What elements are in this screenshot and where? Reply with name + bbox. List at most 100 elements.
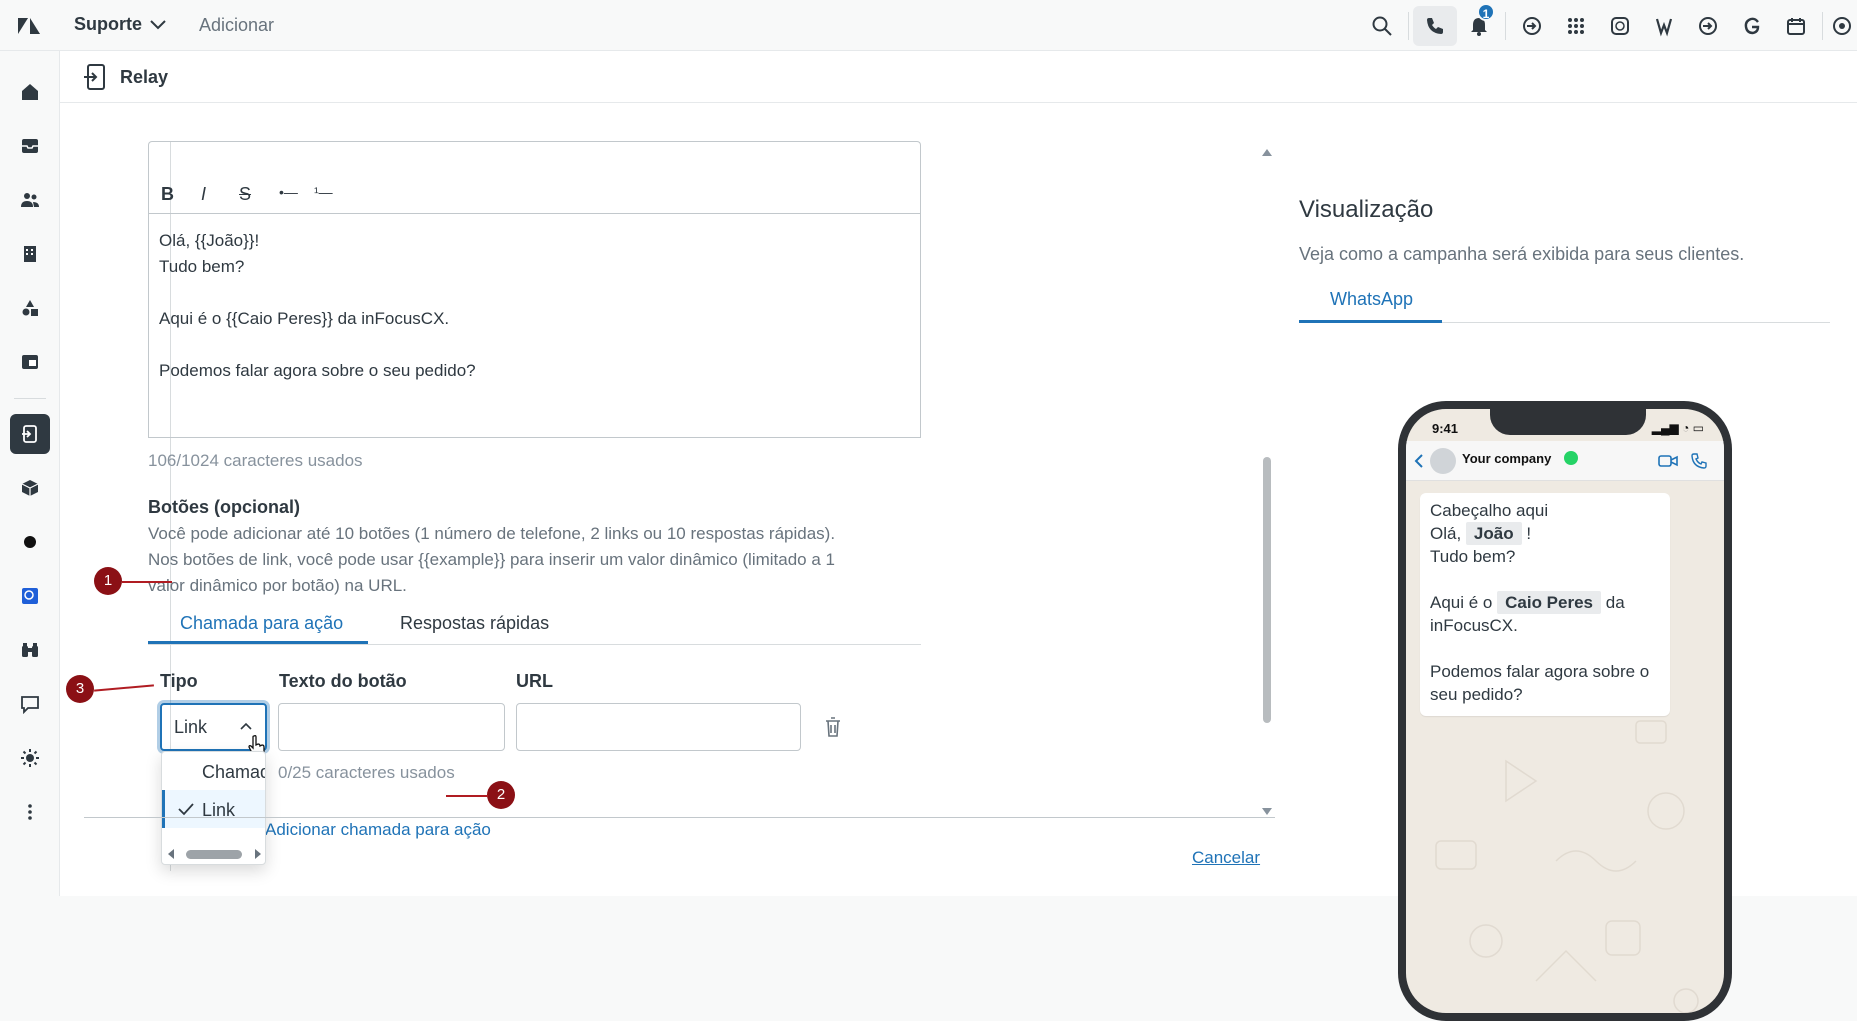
button-text-input[interactable] [278, 703, 505, 751]
sun-icon[interactable] [10, 738, 50, 778]
variable-chip: Caio Peres [1497, 591, 1602, 614]
app-icon[interactable] [10, 576, 50, 616]
add-call-to-action-link[interactable]: Adicionar chamada para ação [265, 820, 491, 840]
preview-tabs: WhatsApp [1299, 281, 1830, 323]
bold-button[interactable]: B [161, 184, 174, 205]
search-icon[interactable] [1360, 0, 1404, 51]
verified-icon [1564, 451, 1578, 465]
phone-mockup: 9:41 ▂▄▆ ◔ ▭ Your company Cabeçalho aqui… [1398, 401, 1732, 1021]
cube-icon[interactable] [10, 468, 50, 508]
italic-button[interactable]: I [201, 184, 206, 205]
buttons-section-title: Botões (opcional) [148, 497, 300, 517]
product-switcher[interactable]: Suporte [74, 14, 166, 35]
message-text: ! [1526, 524, 1532, 543]
building-icon[interactable] [10, 234, 50, 274]
content-scrollbar[interactable] [1260, 147, 1274, 817]
divider [14, 398, 46, 399]
message-text: Aqui é o [1430, 593, 1493, 612]
binoculars-icon[interactable] [10, 630, 50, 670]
tab-whatsapp[interactable]: WhatsApp [1330, 289, 1413, 310]
annotation-marker: 3 [66, 675, 94, 703]
phone-status-icons: ▂▄▆ ◔ ▭ [1651, 421, 1704, 435]
whatsapp-header: Your company [1406, 441, 1724, 481]
strikethrough-button[interactable]: S [239, 184, 251, 205]
cancel-button[interactable]: Cancelar [1192, 848, 1260, 868]
zendesk-logo[interactable] [16, 13, 42, 39]
message-line: Aqui é o Caio Peres da inFocusCX. [1430, 591, 1664, 637]
page-title: Relay [120, 67, 169, 87]
relay-icon [84, 64, 105, 90]
type-dropdown-menu: Chamada Link [161, 751, 266, 865]
button-type-tabs: Chamada para ação Respostas rápidas [148, 603, 921, 645]
users-icon[interactable] [10, 180, 50, 220]
g-icon[interactable] [1730, 0, 1774, 51]
reports-icon[interactable] [10, 342, 50, 382]
chat-icon[interactable] [10, 684, 50, 724]
chevron-up-icon [240, 722, 252, 730]
url-input[interactable] [516, 703, 801, 751]
inbox-icon[interactable] [10, 126, 50, 166]
grid-icon[interactable] [1554, 0, 1598, 51]
phone-call-icon [1691, 453, 1707, 469]
divider [1408, 11, 1409, 40]
tab-quick-replies[interactable]: Respostas rápidas [400, 613, 549, 634]
transfer-icon[interactable] [1686, 0, 1730, 51]
tab-call-to-action[interactable]: Chamada para ação [180, 613, 343, 634]
message-bubble: Cabeçalho aqui Olá, João ! Tudo bem? Aqu… [1420, 493, 1670, 716]
annotation-arrow [122, 581, 172, 583]
scroll-up-icon[interactable] [1261, 147, 1273, 157]
top-bar: Suporte Adicionar 1 [0, 0, 1857, 51]
message-line: Olá, João ! [1430, 522, 1664, 545]
message-character-counter: 106/1024 caracteres usados [148, 451, 363, 470]
dropdown-option-call[interactable]: Chamada [162, 752, 265, 790]
home-icon[interactable] [10, 72, 50, 112]
message-textarea[interactable]: Olá, {{João}}! Tudo bem? Aqui é o {{Caio… [148, 213, 921, 438]
product-name: Suporte [74, 14, 143, 34]
divider [1505, 11, 1506, 40]
shapes-icon[interactable] [10, 288, 50, 328]
scroll-thumb[interactable] [186, 850, 242, 859]
phone-time: 9:41 [1432, 421, 1459, 436]
dropdown-option-link[interactable]: Link [162, 790, 265, 828]
preview-panel: Visualização Veja como a campanha será e… [1299, 141, 1857, 1021]
numbered-list-button[interactable]: ¹— [314, 184, 333, 200]
rich-text-toolbar: B I S •— ¹— [148, 141, 921, 213]
bell-icon[interactable]: 1 [1457, 0, 1501, 51]
apps-icon[interactable] [1827, 0, 1857, 51]
scroll-right-icon[interactable] [254, 849, 262, 859]
button-text-counter: 0/25 caracteres usados [278, 763, 455, 782]
phone-icon[interactable] [1413, 5, 1457, 46]
dot-icon[interactable] [10, 522, 50, 562]
annotation-arrow [446, 795, 488, 797]
scroll-thumb[interactable] [1263, 457, 1271, 723]
check-icon [178, 803, 194, 816]
company-name: Your company [1462, 451, 1552, 466]
annotation-marker: 1 [94, 567, 122, 595]
phone-notch [1490, 409, 1646, 435]
divider [1822, 11, 1823, 40]
preview-description: Veja como a campanha será exibida para s… [1299, 244, 1745, 264]
trash-icon[interactable] [822, 715, 844, 739]
subheader: Relay [60, 51, 1857, 103]
button-text-column-label: Texto do botão [279, 671, 407, 691]
transfer-icon[interactable] [1510, 0, 1554, 51]
dropdown-horizontal-scrollbar[interactable] [162, 844, 265, 864]
avatar [1430, 448, 1456, 474]
video-call-icon [1658, 455, 1678, 467]
scroll-left-icon[interactable] [167, 849, 175, 859]
bullet-list-button[interactable]: •— [279, 184, 298, 200]
url-column-label: URL [516, 671, 553, 691]
scroll-down-icon[interactable] [1261, 807, 1273, 817]
more-icon[interactable] [10, 792, 50, 832]
w-icon[interactable] [1642, 0, 1686, 51]
calendar-icon[interactable] [1774, 0, 1818, 51]
message-text: Olá, [1430, 524, 1462, 543]
whatsapp-icon[interactable] [1598, 0, 1642, 51]
chevron-down-icon [150, 19, 166, 29]
buttons-section-description: Você pode adicionar até 10 botões (1 núm… [148, 524, 836, 595]
message-header: Cabeçalho aqui [1430, 501, 1549, 520]
relay-icon[interactable] [10, 414, 50, 454]
add-link[interactable]: Adicionar [199, 15, 274, 36]
notification-badge: 1 [1477, 3, 1495, 21]
active-tab-indicator [148, 641, 368, 644]
